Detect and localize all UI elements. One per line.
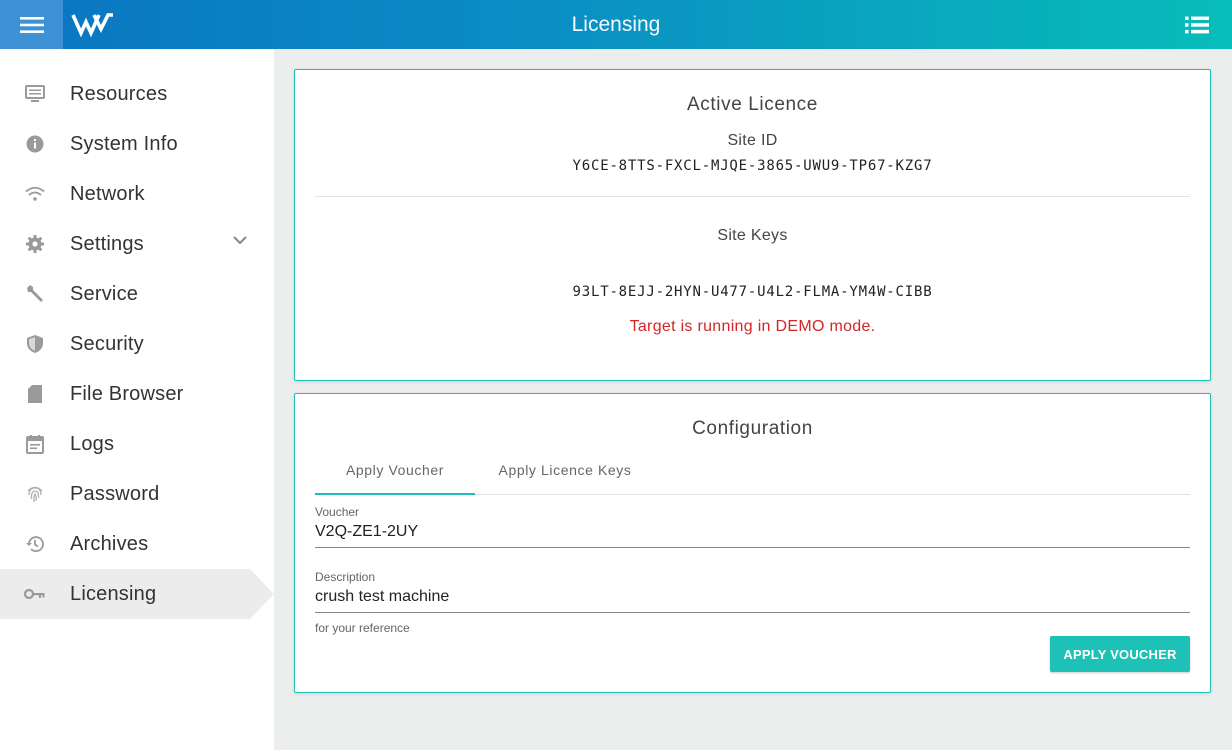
calendar-icon xyxy=(26,435,44,454)
sidebar: Resources System Info Network Settings S… xyxy=(0,49,274,750)
fingerprint-icon xyxy=(27,486,43,503)
sidebar-item-label: Logs xyxy=(70,432,115,455)
page-title: Licensing xyxy=(571,13,661,36)
sidebar-item-label: Network xyxy=(70,182,145,205)
sidebar-item-system-info[interactable]: System Info xyxy=(0,119,274,169)
sidebar-item-label: Settings xyxy=(70,232,144,255)
site-key-value: 93LT-8EJJ-2HYN-U477-U4L2-FLMA-YM4W-CIBB xyxy=(572,284,933,300)
brand-logo xyxy=(71,13,113,38)
active-licence-title: Active Licence xyxy=(687,94,818,115)
wifi-icon xyxy=(25,186,45,201)
sidebar-item-resources[interactable]: Resources xyxy=(0,69,274,119)
list-view-button[interactable] xyxy=(1162,0,1232,49)
description-label: Description xyxy=(315,570,376,584)
info-icon xyxy=(26,135,44,153)
sidebar-item-label: Licensing xyxy=(70,582,157,605)
voucher-input[interactable] xyxy=(315,519,1190,548)
voucher-label: Voucher xyxy=(315,505,360,519)
sidebar-item-file-browser[interactable]: File Browser xyxy=(0,369,274,419)
sidebar-item-label: Archives xyxy=(70,532,149,555)
key-icon xyxy=(24,588,45,600)
sd-card-icon xyxy=(28,385,42,403)
tab-apply-licence-keys[interactable]: Apply Licence Keys xyxy=(485,454,645,495)
wrench-icon xyxy=(27,285,43,302)
divider xyxy=(315,196,1190,197)
sidebar-item-security[interactable]: Security xyxy=(0,319,274,369)
description-field: Description xyxy=(315,570,1190,613)
history-icon xyxy=(26,536,44,552)
sidebar-item-label: System Info xyxy=(70,132,178,155)
site-keys-label: Site Keys xyxy=(717,227,788,244)
sidebar-item-password[interactable]: Password xyxy=(0,469,274,519)
sidebar-item-archives[interactable]: Archives xyxy=(0,519,274,569)
voucher-field: Voucher xyxy=(315,505,1190,548)
sidebar-item-label: Security xyxy=(70,332,144,355)
sidebar-item-logs[interactable]: Logs xyxy=(0,419,274,469)
sidebar-item-licensing[interactable]: Licensing xyxy=(0,569,274,619)
sidebar-item-service[interactable]: Service xyxy=(0,269,274,319)
list-icon xyxy=(1185,16,1209,33)
configuration-card: Configuration Apply Voucher Apply Licenc… xyxy=(294,393,1211,693)
sidebar-item-label: File Browser xyxy=(70,382,184,405)
sidebar-item-label: Password xyxy=(70,482,160,505)
monitor-icon xyxy=(25,85,45,102)
chevron-down-icon[interactable] xyxy=(232,235,248,245)
shield-icon xyxy=(27,335,43,353)
active-licence-card: Active Licence Site ID Y6CE-8TTS-FXCL-MJ… xyxy=(294,69,1211,381)
menu-button[interactable] xyxy=(0,0,63,49)
description-input[interactable] xyxy=(315,584,1190,613)
description-hint: for your reference xyxy=(315,621,410,635)
site-id-label: Site ID xyxy=(727,132,778,149)
hamburger-icon xyxy=(19,16,44,33)
sidebar-item-network[interactable]: Network xyxy=(0,169,274,219)
tab-apply-voucher[interactable]: Apply Voucher xyxy=(315,454,475,495)
sidebar-item-label: Service xyxy=(70,282,139,305)
sidebar-item-label: Resources xyxy=(70,82,168,105)
gear-icon xyxy=(26,235,44,253)
top-app-bar: Licensing xyxy=(0,0,1232,49)
config-tabs: Apply Voucher Apply Licence Keys xyxy=(315,454,1190,495)
site-id-value: Y6CE-8TTS-FXCL-MJQE-3865-UWU9-TP67-KZG7 xyxy=(572,158,933,174)
demo-mode-message: Target is running in DEMO mode. xyxy=(629,318,876,335)
sidebar-item-settings[interactable]: Settings xyxy=(0,219,274,269)
configuration-title: Configuration xyxy=(692,418,813,439)
apply-voucher-button[interactable]: APPLY VOUCHER xyxy=(1050,636,1190,672)
